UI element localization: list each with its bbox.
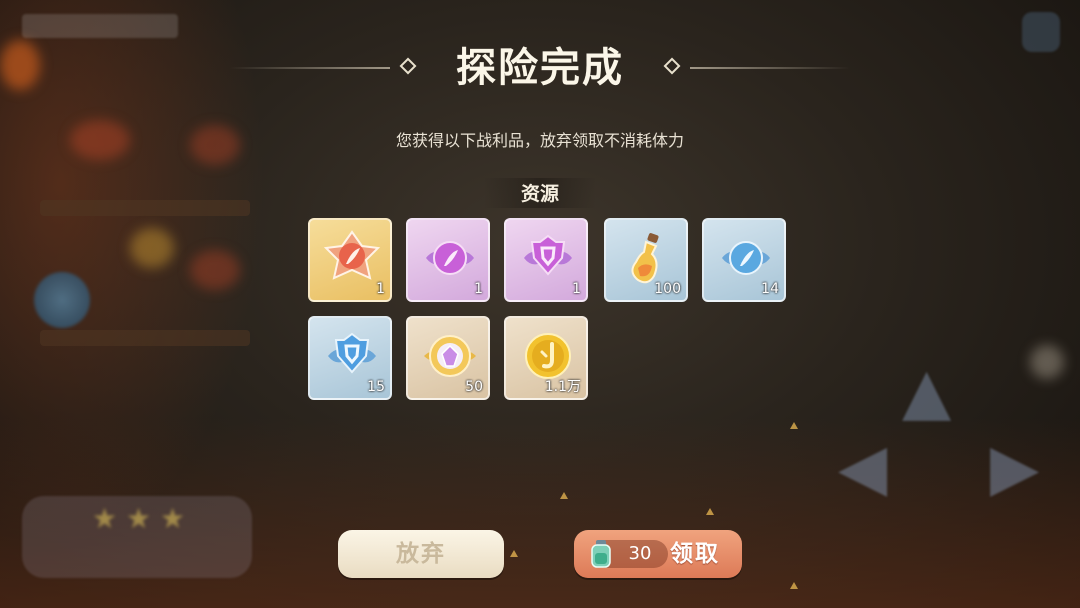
item-count: 1 — [474, 281, 483, 297]
reward-item[interactable]: 14 — [702, 218, 786, 302]
item-count: 15 — [367, 379, 385, 395]
gold-coin-icon — [525, 333, 571, 379]
reward-item[interactable]: 15 — [308, 316, 392, 400]
star-icon: ★ — [92, 502, 118, 535]
reward-item[interactable]: 1 — [406, 218, 490, 302]
title-divider-left — [230, 67, 390, 69]
stamina-potion-icon — [591, 540, 611, 568]
item-count: 1 — [572, 281, 581, 297]
background-decoration — [0, 40, 40, 90]
reward-item[interactable]: 1.1万 — [504, 316, 588, 400]
background-decoration — [70, 120, 130, 160]
claim-label: 领取 — [670, 541, 720, 567]
background-decoration — [190, 250, 240, 290]
background-decoration — [190, 125, 240, 165]
item-count: 14 — [761, 281, 779, 297]
dpad-right-icon: ▶ — [990, 431, 1040, 505]
background-decoration — [130, 228, 174, 268]
reward-item[interactable]: 100 — [604, 218, 688, 302]
blue-shield-crystal-icon — [328, 332, 376, 374]
reward-item[interactable]: 1 — [308, 218, 392, 302]
reward-description: 您获得以下战利品，放弃领取不消耗体力 — [395, 131, 684, 150]
menu-button — [1022, 12, 1060, 52]
ember-particle — [790, 582, 798, 589]
ember-particle — [790, 422, 798, 429]
background-shelf — [40, 330, 250, 346]
background-shelf — [40, 200, 250, 216]
gem-badge-icon — [424, 335, 476, 377]
star-icon: ★ — [160, 502, 186, 535]
purple-feather-crystal-icon — [426, 241, 474, 275]
title-divider-right — [690, 67, 850, 69]
dpad-up-icon: ▲ — [902, 355, 952, 429]
potion-bottle-icon — [631, 233, 659, 284]
page-title: 探险完成 — [456, 45, 624, 91]
background-decoration — [1030, 345, 1064, 379]
claim-cost: 30 — [628, 543, 652, 564]
info-button — [34, 272, 90, 328]
item-count: 1.1万 — [544, 379, 581, 395]
dpad-left-icon: ◀ — [838, 431, 888, 505]
ember-particle — [510, 550, 518, 557]
orange-feather-crystal-icon — [323, 230, 381, 280]
blue-feather-crystal-icon — [722, 241, 770, 275]
item-count: 100 — [654, 281, 681, 297]
abandon-button[interactable]: 放弃 — [338, 530, 504, 578]
ember-particle — [706, 508, 714, 515]
star-icon: ★ — [126, 502, 152, 535]
purple-shield-crystal-icon — [524, 234, 572, 276]
player-name-plate — [22, 14, 178, 38]
item-count: 1 — [376, 281, 385, 297]
ember-particle — [560, 492, 568, 499]
claim-button[interactable]: 30 领取 — [574, 530, 742, 578]
section-header: 资源 — [520, 183, 559, 205]
item-count: 50 — [465, 379, 483, 395]
reward-item[interactable]: 50 — [406, 316, 490, 400]
reward-item[interactable]: 1 — [504, 218, 588, 302]
